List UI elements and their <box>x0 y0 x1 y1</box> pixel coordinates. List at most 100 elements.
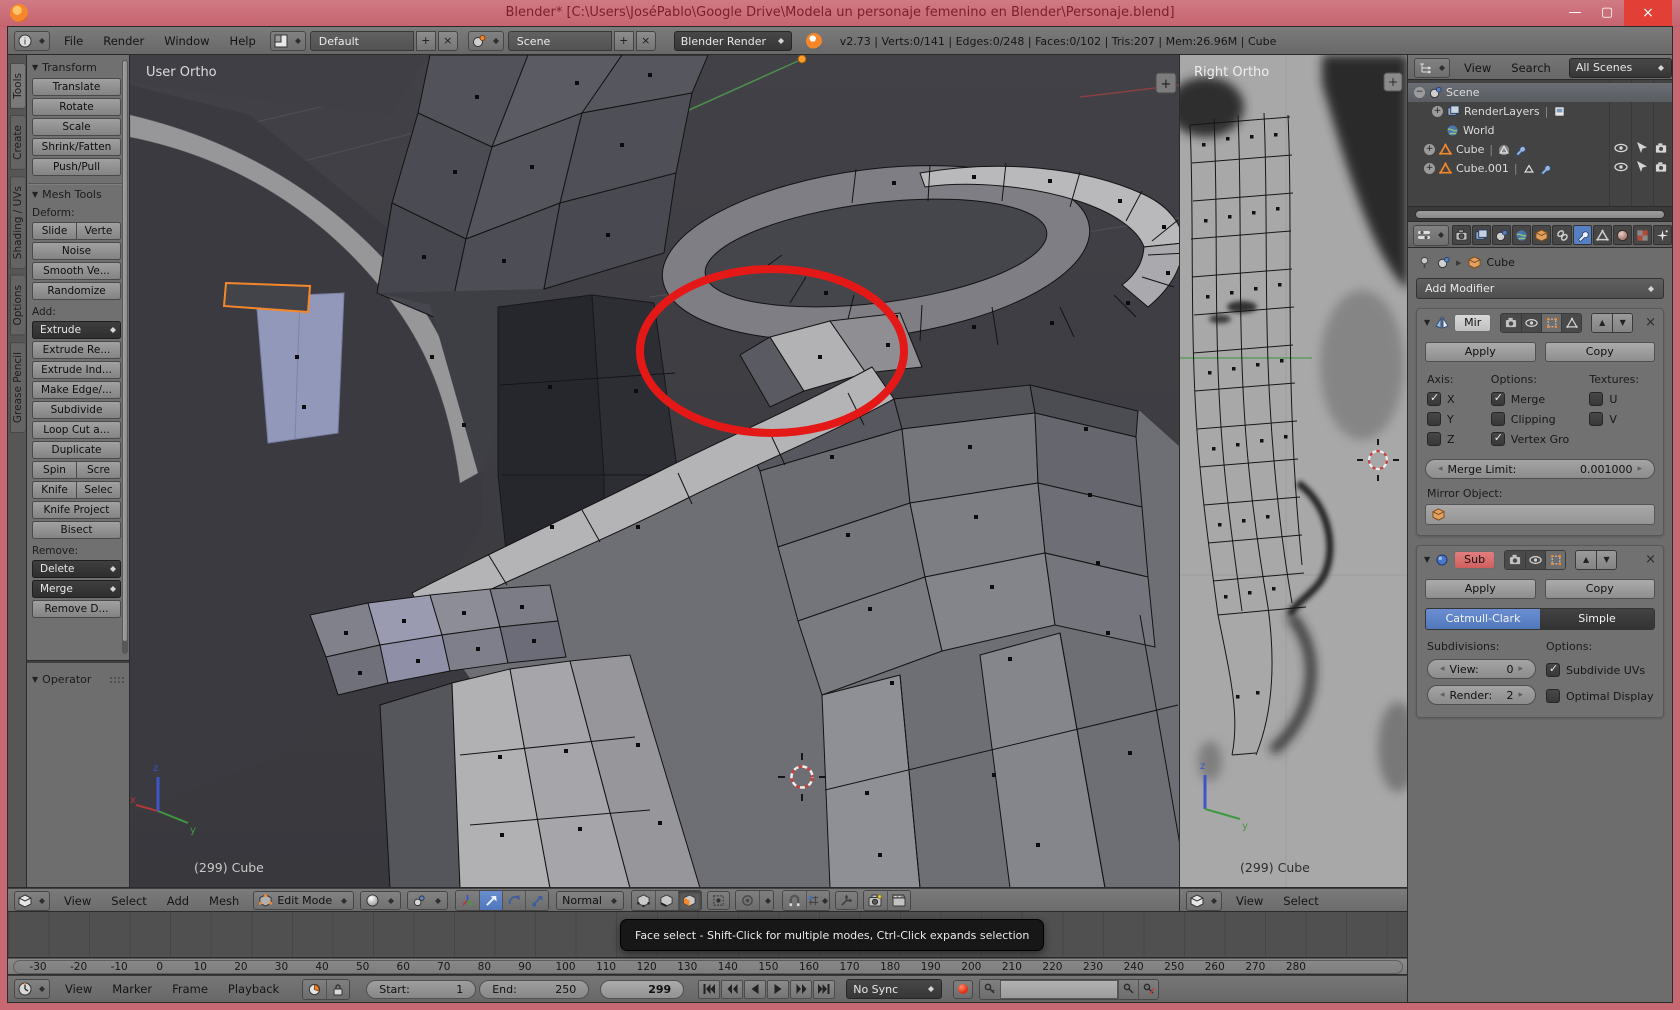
object-cube-icon[interactable] <box>1468 256 1481 269</box>
copy-button[interactable]: Copy <box>1545 342 1656 362</box>
info-menu-item[interactable]: Window <box>154 34 219 48</box>
keying-set-field[interactable] <box>1000 980 1118 999</box>
smooth-vertex-button[interactable]: Smooth Ve... <box>32 262 121 280</box>
renderability-camera-icon[interactable] <box>1655 142 1668 154</box>
duplicate-button[interactable]: Duplicate <box>32 441 121 459</box>
spin-button[interactable]: Spin <box>32 461 77 479</box>
edit-mode-display-toggle[interactable] <box>1541 314 1561 332</box>
manipulator-axes-button[interactable] <box>456 891 479 910</box>
tab-options[interactable]: Options <box>10 275 25 336</box>
tab-particles[interactable] <box>1653 225 1672 245</box>
texture-u-checkbox[interactable] <box>1589 392 1603 406</box>
play-reverse-button[interactable] <box>744 980 766 999</box>
apply-button[interactable]: Apply <box>1425 342 1536 362</box>
screen-layout-chooser[interactable] <box>270 31 306 51</box>
texture-v-checkbox[interactable] <box>1589 412 1603 426</box>
layout-name-field[interactable]: Default <box>310 31 414 51</box>
properties-region-expand-button[interactable]: + <box>1156 73 1176 93</box>
subdivide-uvs-checkbox[interactable] <box>1546 663 1560 677</box>
timeline-menu-item[interactable]: Marker <box>102 982 162 996</box>
move-modifier-up-button[interactable]: ▲ <box>1592 314 1612 332</box>
modifier-name-field[interactable]: Sub <box>1454 551 1495 569</box>
render-visibility-toggle[interactable] <box>1501 314 1521 332</box>
tab-render[interactable] <box>1452 225 1471 245</box>
remove-doubles-button[interactable]: Remove D... <box>32 600 121 618</box>
use-preview-range-button[interactable] <box>303 980 326 999</box>
render-still-button[interactable] <box>864 891 887 910</box>
editor-type-outliner-button[interactable] <box>1414 58 1450 78</box>
insert-keyframe-button[interactable] <box>1118 980 1138 999</box>
vertex-groups-checkbox[interactable] <box>1491 432 1505 446</box>
view-subdivisions-slider[interactable]: View: 0 <box>1427 659 1536 679</box>
renderability-camera-icon[interactable] <box>1655 161 1668 173</box>
subdivide-button[interactable]: Subdivide <box>32 401 121 419</box>
expand-node-icon[interactable]: + <box>1424 163 1435 174</box>
info-menu-item[interactable]: Render <box>93 34 154 48</box>
mirror-object-field[interactable] <box>1425 504 1655 525</box>
viewport-menu-item[interactable]: Select <box>1273 894 1328 908</box>
transform-orientation-select[interactable]: Normal <box>556 891 624 910</box>
axis-x-checkbox[interactable] <box>1427 392 1441 406</box>
outliner-row-world[interactable]: World <box>1408 121 1672 140</box>
axis-z-checkbox[interactable] <box>1427 432 1441 446</box>
editor-type-3dview-button[interactable] <box>14 891 50 911</box>
mode-select[interactable]: Edit Mode <box>253 891 354 910</box>
viewport-visibility-toggle[interactable] <box>1521 314 1541 332</box>
axis-y-checkbox[interactable] <box>1427 412 1441 426</box>
info-menu-item[interactable]: Help <box>220 34 266 48</box>
lock-frame-button[interactable] <box>326 980 349 999</box>
make-edge-face-button[interactable]: Make Edge/... <box>32 381 121 399</box>
visibility-eye-icon[interactable] <box>1614 161 1628 173</box>
tab-scene[interactable] <box>1492 225 1511 245</box>
move-modifier-down-button[interactable]: ▼ <box>1596 551 1616 569</box>
tab-material[interactable] <box>1613 225 1632 245</box>
add-layout-button[interactable]: + <box>416 31 436 51</box>
close-button[interactable]: × <box>1624 0 1672 27</box>
transform-tool-button[interactable]: Shrink/Fatten <box>32 138 121 156</box>
manipulator-rotate-button[interactable] <box>502 891 525 910</box>
merge-limit-slider[interactable]: Merge Limit: 0.001000 <box>1425 459 1655 479</box>
noise-button[interactable]: Noise <box>32 242 121 260</box>
scene-chooser[interactable] <box>468 31 504 51</box>
viewport-shading-select[interactable] <box>360 891 401 910</box>
timeline-menu-item[interactable]: Playback <box>218 982 289 996</box>
expand-node-icon[interactable]: + <box>1424 144 1435 155</box>
bisect-button[interactable]: Bisect <box>32 521 121 539</box>
edge-slide-button[interactable]: Slide <box>32 222 77 240</box>
viewport-menu-item[interactable]: View <box>1226 894 1273 908</box>
tab-texture[interactable] <box>1633 225 1652 245</box>
transform-tool-button[interactable]: Scale <box>32 118 121 136</box>
delete-scene-button[interactable]: × <box>636 31 656 51</box>
pin-icon[interactable] <box>1418 256 1431 269</box>
knife-project-button[interactable]: Knife Project <box>32 501 121 519</box>
extrude-menu-button[interactable]: Extrude <box>32 321 121 339</box>
selectability-cursor-icon[interactable] <box>1636 161 1647 173</box>
outliner-menu-item[interactable]: View <box>1454 61 1501 75</box>
scene-icon[interactable] <box>1437 256 1450 269</box>
clipping-checkbox[interactable] <box>1491 412 1505 426</box>
vertex-slide-button[interactable]: Verte <box>77 222 121 240</box>
edge-select-button[interactable] <box>655 891 678 910</box>
visibility-eye-icon[interactable] <box>1614 142 1628 154</box>
sync-mode-select[interactable]: No Sync <box>846 979 942 999</box>
viewport-menu-item[interactable]: Mesh <box>199 894 249 908</box>
face-select-button[interactable] <box>678 891 701 910</box>
jump-to-end-button[interactable] <box>813 980 835 999</box>
screw-button[interactable]: Scre <box>77 461 121 479</box>
knife-button[interactable]: Knife <box>32 481 77 499</box>
tab-shading-uvs[interactable]: Shading / UVs <box>10 176 25 269</box>
extrude-region-button[interactable]: Extrude Re... <box>32 341 121 359</box>
viewport-menu-item[interactable]: View <box>54 894 101 908</box>
render-subdivisions-slider[interactable]: Render: 2 <box>1427 685 1536 705</box>
tab-tools[interactable]: Tools <box>10 63 25 109</box>
randomize-button[interactable]: Randomize <box>32 282 121 300</box>
editor-type-timeline-button[interactable] <box>14 979 50 999</box>
render-visibility-toggle[interactable] <box>1505 551 1525 569</box>
tool-shelf-scrollbar[interactable] <box>122 60 128 654</box>
snap-element-select[interactable] <box>806 891 829 910</box>
editor-type-info-button[interactable]: i <box>14 31 50 51</box>
catmull-clark-button[interactable]: Catmull-Clark <box>1426 609 1540 629</box>
snap-target-button[interactable] <box>835 891 858 910</box>
snap-magnet-button[interactable] <box>783 891 806 910</box>
mesh-tools-panel-header[interactable]: ▼ Mesh Tools <box>32 188 121 201</box>
